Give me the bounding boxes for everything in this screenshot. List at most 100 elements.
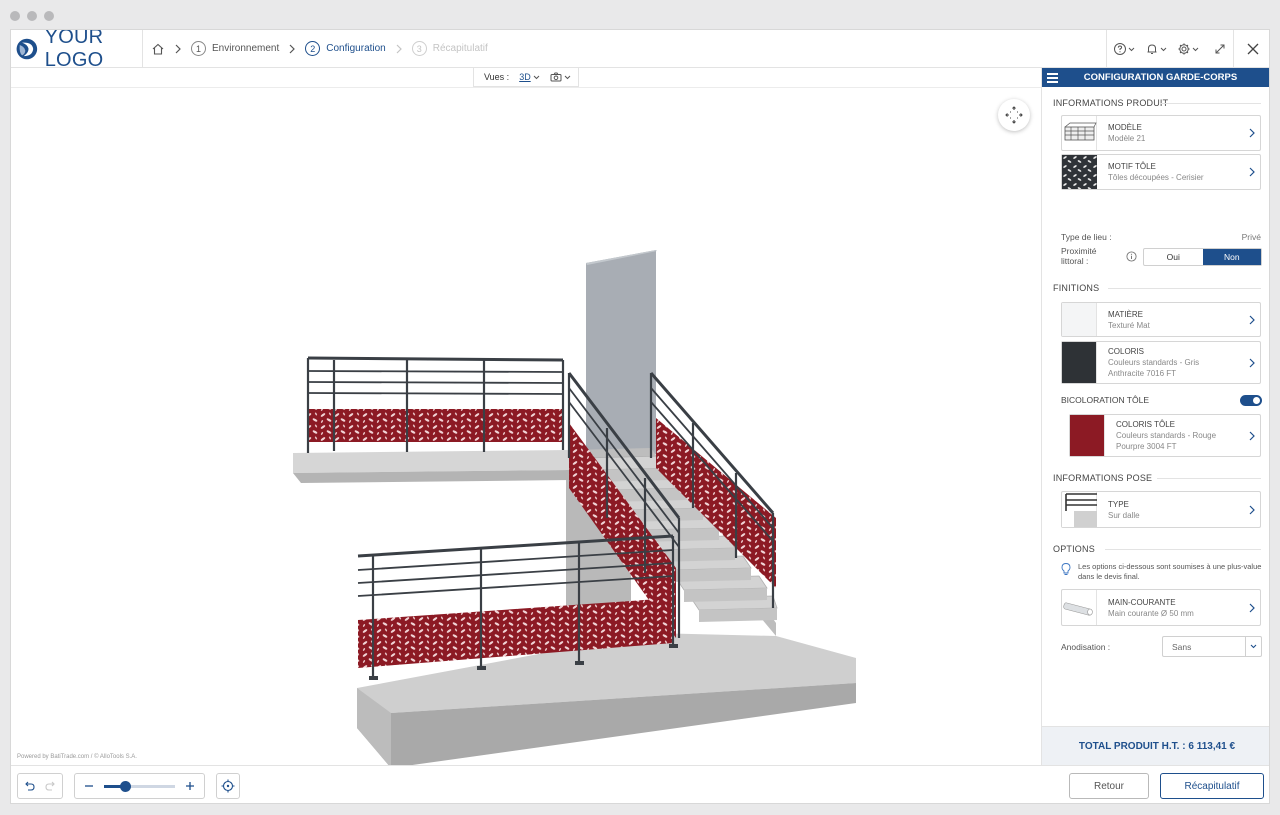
anodisation-label: Anodisation : — [1061, 642, 1111, 652]
chevron-right-icon — [395, 44, 403, 54]
notifications-menu[interactable] — [1145, 42, 1167, 56]
section-title-pose: INFORMATIONS POSE — [1053, 473, 1153, 483]
redo-button[interactable] — [40, 774, 62, 798]
section-divider — [1108, 288, 1261, 289]
close-dot-icon[interactable] — [10, 11, 20, 21]
coloris-tole-swatch — [1070, 415, 1105, 456]
chevron-down-icon — [1160, 47, 1167, 51]
step-number: 2 — [305, 41, 321, 56]
help-menu[interactable] — [1113, 42, 1135, 56]
card-key: MODÈLE — [1108, 123, 1142, 132]
card-value: Anthracite 7016 FT — [1108, 369, 1177, 378]
minus-icon — [84, 785, 93, 787]
logo-mark-icon — [16, 38, 38, 59]
minimize-dot-icon[interactable] — [27, 11, 37, 21]
modele-thumbnail — [1062, 116, 1097, 150]
zoom-slider[interactable] — [103, 780, 176, 792]
views-label: Vues : — [484, 72, 510, 82]
screenshot-menu[interactable] — [550, 72, 571, 82]
chevron-down-icon — [1128, 47, 1135, 51]
coloris-card[interactable]: COLORIS Couleurs standards - Gris Anthraci… — [1061, 341, 1261, 384]
section-title-finitions: FINITIONS — [1053, 283, 1100, 293]
card-value: Tôles découpées - Cerisier — [1108, 173, 1204, 182]
locate-control — [216, 773, 240, 799]
logo-text: YOUR LOGO — [44, 29, 104, 71]
modele-card[interactable]: MODÈLE Modèle 21 — [1061, 115, 1261, 151]
zoom-slider-handle[interactable] — [120, 780, 132, 792]
hamburger-menu-icon[interactable] — [1047, 73, 1058, 85]
close-icon — [1247, 43, 1258, 55]
help-icon — [1114, 43, 1126, 55]
chevron-right-icon — [288, 44, 296, 54]
anodisation-select[interactable]: Sans — [1162, 636, 1262, 657]
chevron-down-icon — [1245, 637, 1261, 656]
breadcrumb: 1 Environnement 2 Configuration 3 Récapi… — [143, 30, 488, 68]
card-key: TYPE — [1108, 499, 1129, 509]
anodisation-value: Sans — [1172, 641, 1192, 652]
step-label: Configuration — [326, 43, 386, 54]
card-key: MAIN-COURANTE — [1108, 597, 1176, 607]
info-icon[interactable] — [1126, 251, 1137, 262]
zoom-in-button[interactable] — [179, 774, 201, 798]
maximize-dot-icon[interactable] — [44, 11, 54, 21]
retour-button[interactable]: Retour — [1069, 773, 1149, 799]
matiere-swatch — [1062, 303, 1097, 336]
settings-menu[interactable] — [1177, 42, 1199, 56]
proximite-label-line2: littoral : — [1061, 256, 1089, 266]
upper-railing — [306, 356, 565, 453]
total-price: TOTAL PRODUIT H.T. : 6 113,41 € — [1042, 726, 1269, 765]
fit-view-button[interactable] — [998, 99, 1030, 131]
crosshair-icon — [221, 779, 235, 793]
configuration-panel: CONFIGURATION GARDE-CORPS INFORMATIONS P… — [1041, 68, 1269, 765]
home-icon[interactable] — [151, 42, 165, 56]
non-option[interactable]: Non — [1202, 249, 1261, 265]
step-environnement[interactable]: 1 Environnement — [191, 41, 279, 56]
center-target-button[interactable] — [217, 774, 239, 798]
main-courante-card[interactable]: MAIN-COURANTE Main courante Ø 50 mm — [1061, 589, 1261, 626]
close-button[interactable] — [1233, 30, 1269, 68]
chevron-down-icon — [564, 75, 571, 79]
type-pose-card[interactable]: TYPE Sur dalle — [1061, 491, 1261, 528]
3d-viewer[interactable]: Vues : 3D Powered by BatiTrade.com / © A… — [11, 68, 1041, 765]
camera-icon — [550, 72, 562, 82]
section-title-produit: INFORMATIONS PRODUIT — [1053, 98, 1169, 108]
expand-icon[interactable] — [1213, 42, 1227, 56]
header-toolbar — [1106, 30, 1233, 68]
oui-option[interactable]: Oui — [1144, 249, 1203, 265]
bell-icon — [1147, 44, 1157, 54]
view-mode-select[interactable]: 3D — [519, 72, 540, 82]
card-key: MATIÈRE — [1108, 309, 1143, 319]
type-lieu-value: Privé — [1241, 232, 1261, 242]
chevron-down-icon — [1192, 47, 1199, 51]
plus-icon — [186, 782, 195, 790]
zoom-out-button[interactable] — [78, 774, 100, 798]
card-value: Couleurs standards - Gris — [1108, 358, 1200, 367]
recenter-view-icon — [1005, 106, 1023, 124]
matiere-card[interactable]: MATIÈRE Texturé Mat — [1061, 302, 1261, 337]
coloris-swatch — [1062, 342, 1097, 383]
lightbulb-icon — [1061, 563, 1071, 575]
undo-icon — [25, 781, 35, 791]
redo-icon — [45, 781, 55, 791]
recapitulatif-button[interactable]: Récapitulatif — [1160, 773, 1264, 799]
undo-button[interactable] — [18, 774, 40, 798]
chevron-right-icon — [174, 44, 182, 54]
main-courante-thumbnail — [1062, 590, 1097, 625]
chevron-right-icon — [1244, 167, 1260, 177]
card-value: Pourpre 3004 FT — [1116, 442, 1177, 451]
zoom-controls — [74, 773, 205, 799]
coloris-tole-card[interactable]: COLORIS TÔLE Couleurs standards - Rouge Po… — [1069, 414, 1261, 457]
staircase-3d-render[interactable] — [11, 88, 1041, 765]
card-key: COLORIS — [1108, 347, 1145, 356]
window-controls — [10, 11, 54, 21]
step-configuration[interactable]: 2 Configuration — [305, 41, 386, 56]
bicoloration-switch[interactable] — [1240, 395, 1262, 406]
motif-tole-card[interactable]: MOTIF TÔLE Tôles découpées - Cerisier — [1061, 154, 1261, 190]
proximite-label-line1: Proximité — [1061, 246, 1097, 256]
options-note-text: Les options ci-dessous sont soumises à u… — [1078, 562, 1262, 581]
section-divider — [1105, 549, 1261, 550]
chevron-right-icon — [1244, 505, 1260, 515]
logo[interactable]: YOUR LOGO — [11, 30, 143, 71]
chevron-down-icon — [533, 75, 540, 79]
top-header: YOUR LOGO 1 Environnement 2 Configuratio… — [11, 30, 1269, 71]
